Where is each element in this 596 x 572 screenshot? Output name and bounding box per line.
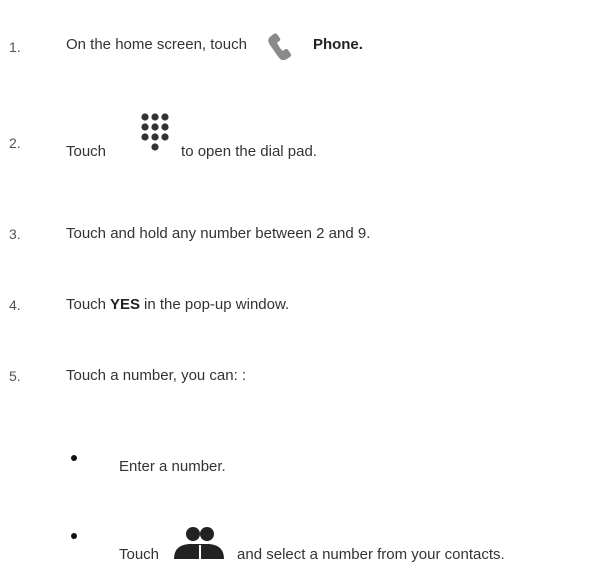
phone-label: Phone. xyxy=(312,35,363,53)
step-text: Touch xyxy=(66,296,107,313)
bullet-dot xyxy=(71,455,77,461)
step-text: Touch a number, you can: : xyxy=(66,367,247,384)
step-number: 1. xyxy=(9,39,21,55)
step-number: 2. xyxy=(9,135,21,151)
yes-label: YES xyxy=(110,296,141,313)
step-text-after: to open the dial pad. xyxy=(181,142,317,160)
bullet-dot xyxy=(71,533,77,539)
step-number: 5. xyxy=(9,368,21,384)
bullet-text: Touch xyxy=(119,545,160,563)
contacts-icon xyxy=(173,525,225,565)
step-number: 3. xyxy=(9,226,21,242)
step-text: On the home screen, touch xyxy=(66,35,247,53)
phone-icon xyxy=(261,18,309,70)
step-text-after: in the pop-up window. xyxy=(144,296,290,313)
bullet-text: Enter a number. xyxy=(119,458,226,475)
step-text: Touch and hold any number between 2 and … xyxy=(66,225,371,242)
bullet-text-after: and select a number from your contacts. xyxy=(237,545,505,563)
step-number: 4. xyxy=(9,297,21,313)
step-text: Touch xyxy=(66,142,107,160)
dialpad-icon xyxy=(137,109,173,165)
